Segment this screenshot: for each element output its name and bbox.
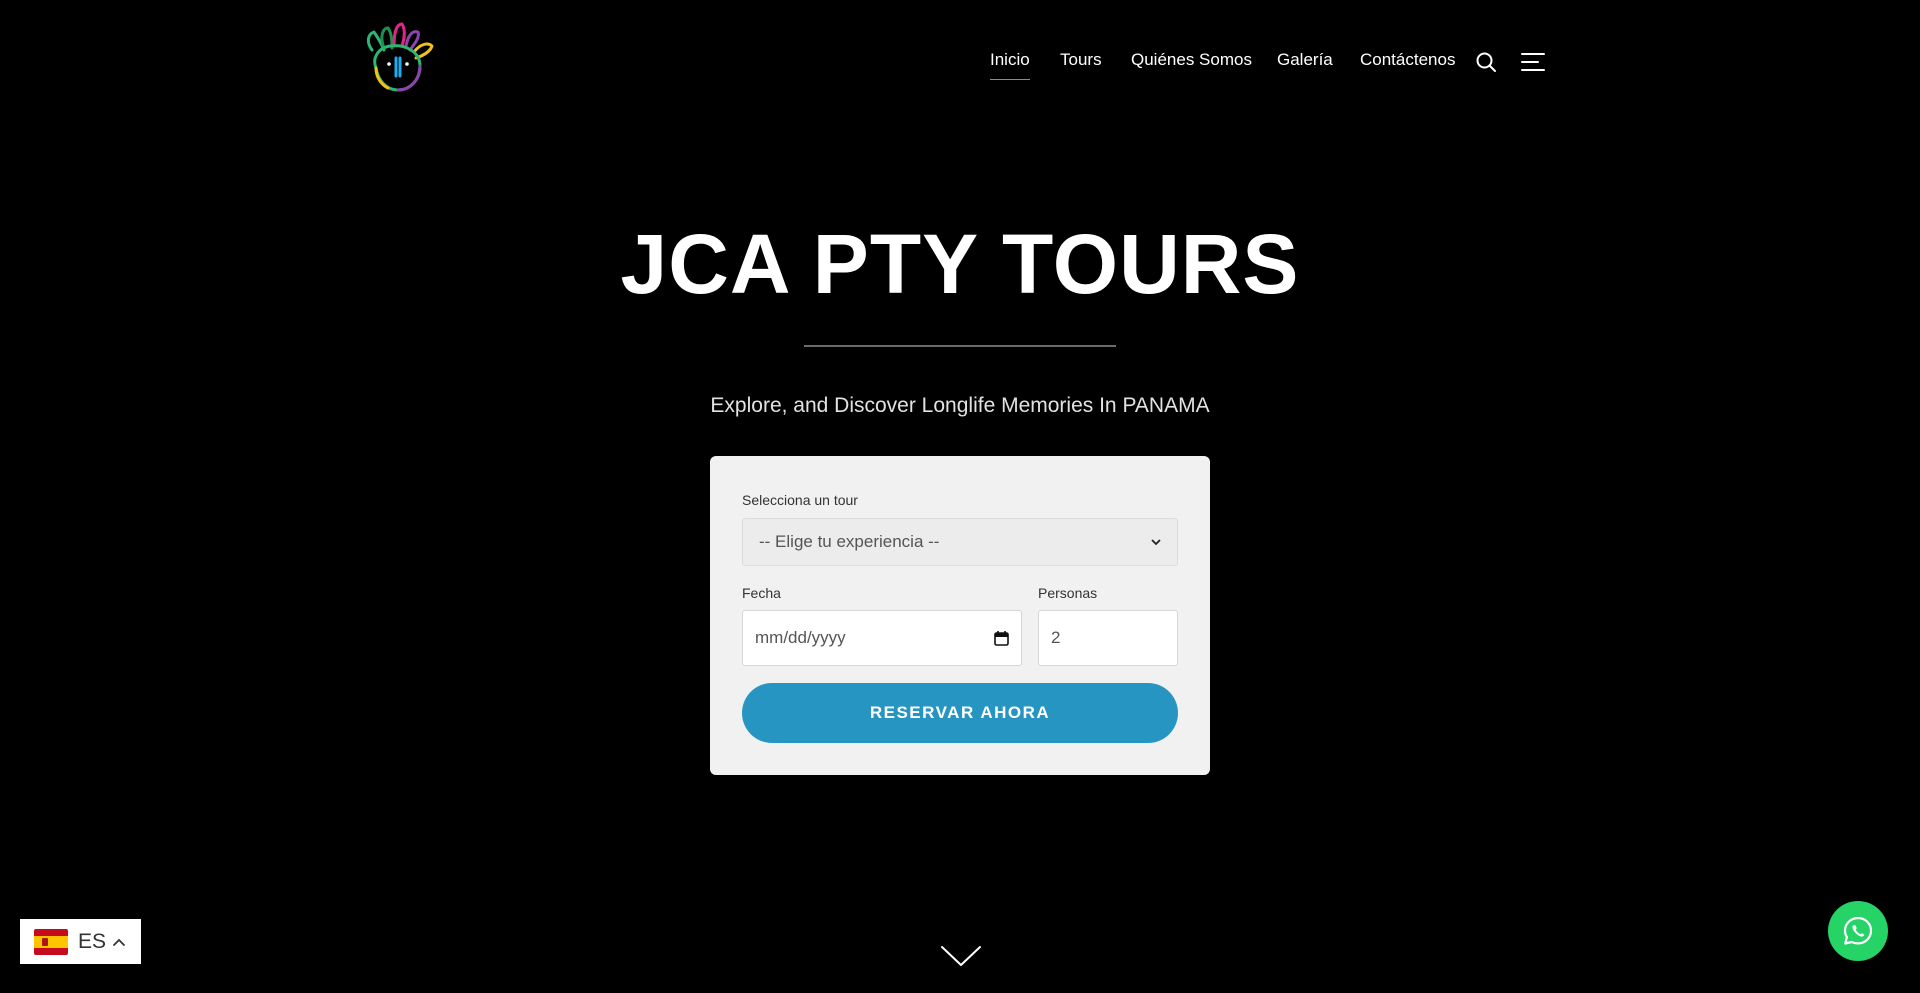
site-logo[interactable]: [362, 20, 438, 96]
calendar-icon[interactable]: [994, 630, 1009, 646]
nav-item-galeria[interactable]: Galería: [1277, 50, 1333, 70]
menu-icon[interactable]: [1521, 53, 1545, 71]
nav-item-inicio[interactable]: Inicio: [990, 50, 1030, 80]
scroll-down-chevron-icon[interactable]: [940, 945, 982, 969]
search-icon[interactable]: [1476, 52, 1496, 72]
nav-item-contactenos[interactable]: Contáctenos: [1360, 50, 1455, 70]
tour-select[interactable]: -- Elige tu experiencia --: [742, 518, 1178, 566]
whatsapp-button[interactable]: [1828, 901, 1888, 961]
date-input[interactable]: mm/dd/yyyy: [742, 610, 1022, 666]
language-switcher[interactable]: ES: [20, 919, 141, 964]
date-placeholder: mm/dd/yyyy: [755, 628, 846, 647]
date-label: Fecha: [742, 585, 781, 601]
people-value: 2: [1051, 628, 1061, 647]
site-header: Inicio Tours Quiénes Somos Galería Contá…: [0, 0, 1920, 125]
chevron-up-icon: [113, 938, 125, 946]
language-code: ES: [78, 929, 107, 953]
booking-form: Selecciona un tour -- Elige tu experienc…: [710, 456, 1210, 775]
tour-select-value: -- Elige tu experiencia --: [759, 532, 940, 551]
nav-item-quienes-somos[interactable]: Quiénes Somos: [1131, 50, 1252, 70]
whatsapp-icon: [1843, 916, 1873, 945]
hero-divider: [804, 345, 1116, 347]
hero-title: JCA PTY TOURS: [620, 217, 1300, 311]
tour-label: Selecciona un tour: [742, 492, 858, 508]
nav-item-tours[interactable]: Tours: [1060, 50, 1102, 70]
hero-subtitle: Explore, and Discover Longlife Memories …: [710, 394, 1210, 417]
reserve-button[interactable]: RESERVAR AHORA: [742, 683, 1178, 743]
chevron-down-icon: [1151, 538, 1161, 545]
spain-flag-icon: [34, 928, 68, 955]
people-input[interactable]: 2: [1038, 610, 1178, 666]
people-label: Personas: [1038, 585, 1098, 601]
